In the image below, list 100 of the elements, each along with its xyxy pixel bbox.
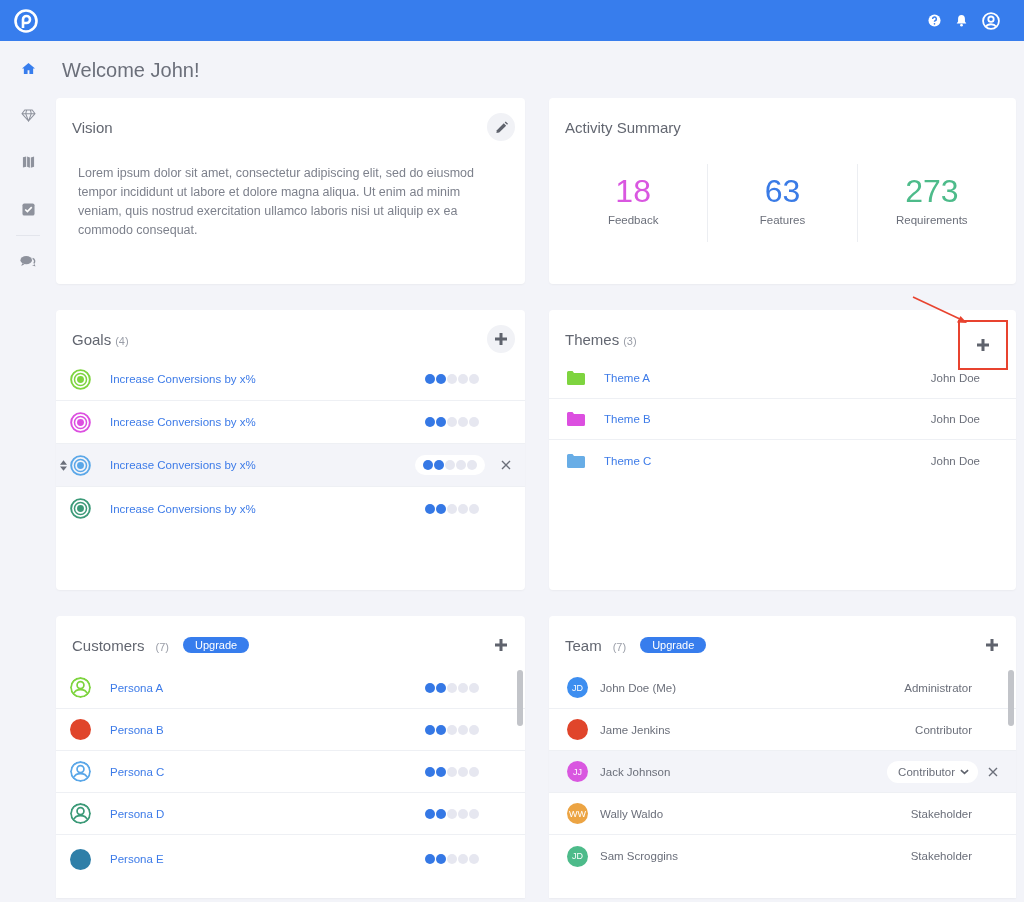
rating-dot: [458, 766, 468, 777]
customer-row[interactable]: Persona B: [56, 709, 525, 751]
goal-link[interactable]: Increase Conversions by x%: [110, 373, 256, 385]
help-icon[interactable]: [928, 14, 941, 27]
rating-dot: [445, 460, 455, 470]
member-row[interactable]: JJ Jack Johnson Contributor: [549, 751, 1016, 793]
rating-dot: [425, 682, 435, 693]
theme-row[interactable]: Theme A John Doe: [549, 358, 1016, 399]
rating-dot: [436, 854, 446, 864]
rating-dot: [436, 808, 446, 819]
stat-value: 63: [764, 174, 801, 208]
rating-dot: [447, 374, 457, 384]
persona-link[interactable]: Persona B: [110, 723, 164, 736]
theme-link[interactable]: Theme B: [604, 413, 651, 425]
logo-icon[interactable]: [14, 8, 38, 33]
role-dropdown[interactable]: Contributor: [887, 760, 978, 783]
rating-dot: [469, 503, 479, 514]
rating-dot: [469, 374, 479, 384]
rating-dot: [469, 766, 479, 777]
rating-dot: [447, 503, 457, 514]
scrollbar[interactable]: [1008, 670, 1014, 726]
rating-dot: [425, 766, 435, 777]
theme-row[interactable]: Theme B John Doe: [549, 399, 1016, 440]
card-title: Themes: [565, 330, 620, 348]
rating-dot: [458, 503, 468, 514]
rating-dot: [425, 854, 435, 864]
rating-dot: [425, 417, 435, 427]
theme-link[interactable]: Theme A: [604, 372, 651, 384]
chevron-down-icon: [960, 768, 969, 775]
rating-dot: [469, 417, 479, 427]
item-count: (7): [155, 639, 169, 653]
card-title: Goals: [72, 330, 112, 348]
member-role: Stakeholder: [910, 850, 972, 862]
theme-row[interactable]: Theme C John Doe: [549, 440, 1016, 481]
add-button[interactable]: [487, 325, 515, 353]
member-name: Jame Jenkins: [600, 723, 671, 736]
upgrade-button[interactable]: Upgrade: [183, 637, 250, 653]
card-title: Customers: [72, 636, 145, 654]
rating-dot: [434, 460, 444, 470]
member-name: Sam Scroggins: [600, 850, 678, 862]
bell-icon[interactable]: [955, 14, 968, 27]
avatar-initials: JD: [567, 845, 588, 867]
stat-label: Features: [759, 214, 806, 226]
goal-row[interactable]: Increase Conversions by x%: [56, 358, 525, 401]
rating-dot: [467, 460, 477, 470]
rating-dot: [458, 682, 468, 693]
vision-text: Lorem ipsum dolor sit amet, consectetur adipiscing elit, sed do eiusmod tempor incididunt ut labore et dolore magna aliqua. Ut enim ad minim veniam, quis nostrud exercitation ullamco laboris nisi ut aliquip ex ea commodo consequat.: [78, 165, 476, 239]
user-icon[interactable]: [982, 11, 1000, 30]
rating-dot: [458, 417, 468, 427]
customer-row[interactable]: Persona C: [56, 751, 525, 793]
diamond-icon: [20, 108, 36, 122]
member-name: Wally Waldo: [600, 807, 664, 820]
rating-dot: [436, 682, 446, 693]
card-title: Vision: [72, 118, 113, 136]
rating-dot: [458, 724, 468, 735]
persona-link[interactable]: Persona E: [110, 853, 164, 865]
card-title: Activity Summary: [565, 118, 681, 136]
rating-dot: [436, 766, 446, 777]
owner-name: John Doe: [930, 413, 980, 425]
theme-link[interactable]: Theme C: [604, 454, 652, 467]
rating-dot: [458, 808, 468, 819]
goal-link[interactable]: Increase Conversions by x%: [110, 416, 256, 428]
rating-dot: [425, 808, 435, 819]
plus-icon: [494, 332, 508, 346]
item-count: (7): [612, 639, 627, 653]
rating-dot: [469, 808, 479, 819]
goal-link[interactable]: Increase Conversions by x%: [110, 459, 256, 471]
member-row[interactable]: JD Sam Scroggins Stakeholder: [549, 835, 1016, 877]
persona-link[interactable]: Persona A: [110, 681, 164, 694]
rating-dot: [458, 374, 468, 384]
plus-icon: [976, 338, 990, 352]
goal-link[interactable]: Increase Conversions by x%: [110, 502, 256, 515]
rating-dot: [458, 854, 468, 864]
item-count: (3): [623, 333, 637, 347]
upgrade-button[interactable]: Upgrade: [640, 637, 707, 653]
item-count: (4): [115, 333, 129, 347]
remove-icon[interactable]: [988, 766, 998, 777]
rating-dot: [436, 503, 446, 514]
chat-icon: [20, 254, 36, 268]
rating-dot: [469, 854, 479, 864]
card-title: Team: [565, 636, 602, 654]
customer-row[interactable]: Persona D: [56, 793, 525, 835]
scrollbar[interactable]: [517, 670, 523, 726]
rating-dot: [447, 682, 457, 693]
edit-button[interactable]: [487, 113, 515, 141]
rating-dot: [425, 374, 435, 384]
rating-dot: [423, 460, 433, 470]
owner-name: John Doe: [930, 372, 980, 384]
member-row[interactable]: WW Wally Waldo Stakeholder: [549, 793, 1016, 835]
drag-handle-icon[interactable]: [60, 459, 67, 471]
customer-row[interactable]: Persona E: [56, 835, 525, 883]
goal-row[interactable]: Increase Conversions by x%: [56, 444, 525, 487]
rating-dot: [469, 682, 479, 693]
remove-icon[interactable]: [501, 460, 511, 470]
member-role: Contributor: [915, 723, 972, 736]
persona-link[interactable]: Persona C: [110, 765, 165, 778]
goal-row[interactable]: Increase Conversions by x%: [56, 487, 525, 530]
stat-value: 273: [905, 174, 959, 208]
stat-label: Requirements: [896, 214, 968, 226]
persona-link[interactable]: Persona D: [110, 807, 165, 820]
